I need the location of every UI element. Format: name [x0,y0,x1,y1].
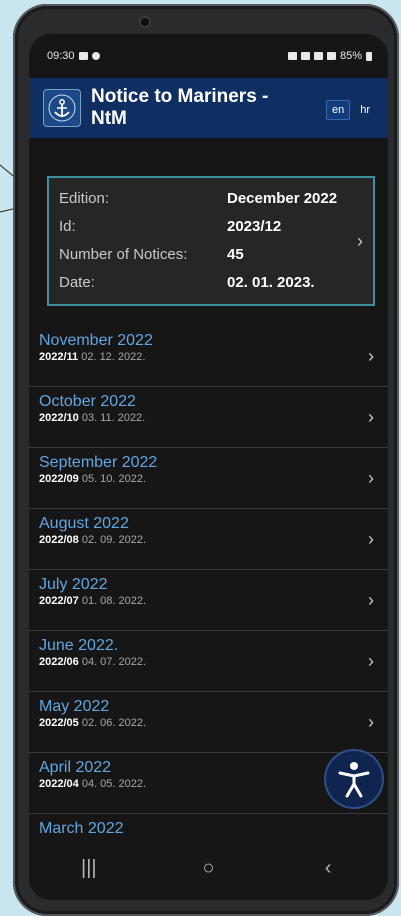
latest-edition-card[interactable]: Edition: December 2022 Id: 2023/12 Numbe… [47,176,375,306]
edition-date: 04. 05. 2022. [81,778,147,790]
language-switcher: en hr [325,100,376,120]
edition-id: 2022/04 [39,778,79,790]
chevron-right-icon: › [368,590,374,610]
edition-date: 02. 09. 2022. [81,534,147,546]
edition-month: September 2022 [39,454,158,471]
edition-date: 02. 06. 2022. [81,717,147,729]
bluetooth-icon [313,52,323,60]
mute-icon [300,52,310,60]
list-item[interactable]: November 2022 2022/11 02. 12. 2022. › [29,326,388,387]
edition-month: November 2022 [39,332,153,349]
chevron-right-icon: › [368,651,374,671]
home-icon[interactable]: ○ [188,857,228,880]
edition-month: July 2022 [39,576,108,593]
battery-icon [366,51,372,61]
app-header: Notice to Mariners - NtM en hr [29,78,388,138]
edition-meta: 2022/07 01. 08. 2022. [39,594,388,609]
id-label: Id: [59,218,76,235]
edition-date: 03. 11. 2022. [81,412,146,424]
edition-id: 2022/08 [39,534,79,546]
accessibility-button[interactable] [326,751,382,807]
chevron-right-icon: › [368,346,374,366]
back-icon[interactable]: ‹ [308,857,348,880]
list-item[interactable]: June 2022. 2022/06 04. 07. 2022. › [29,631,388,692]
recent-apps-icon[interactable]: ||| [69,857,109,880]
edition-id: 2022/09 [39,473,79,485]
chevron-right-icon: › [368,468,374,488]
list-item[interactable]: May 2022 2022/05 02. 06. 2022. › [29,692,388,753]
chevron-right-icon: › [368,712,374,732]
anchor-logo-icon [43,89,81,127]
edition-value: December 2022 [227,190,338,207]
battery-percent: 85% [339,50,362,62]
edition-id: 2022/06 [39,656,79,668]
edition-month: August 2022 [39,515,129,532]
edition-meta: 2022/08 02. 09. 2022. [39,533,388,548]
date-value: 02. 01. 2023. [227,274,315,291]
edition-meta: 2022/11 02. 12. 2022. [39,350,388,365]
list-item[interactable]: July 2022 2022/07 01. 08. 2022. › [29,570,388,631]
phone-frame: 09:30 85% Notice to Mariners - NtM en hr… [13,4,399,916]
language-en-button[interactable]: en [325,100,351,120]
edition-month: October 2022 [39,393,136,410]
signal-icon [326,52,336,60]
edition-meta: 2022/05 02. 06. 2022. [39,716,388,731]
phone-screen: 09:30 85% Notice to Mariners - NtM en hr… [29,34,388,900]
list-item[interactable]: August 2022 2022/08 02. 09. 2022. › [29,509,388,570]
chevron-right-icon: › [368,529,374,549]
id-value: 2023/12 [227,218,282,235]
edition-id: 2022/05 [39,717,79,729]
list-item[interactable]: September 2022 2022/09 05. 10. 2022. › [29,448,388,509]
front-camera [141,18,149,26]
edition-id: 2022/11 [39,351,79,363]
edition-month: May 2022 [39,698,110,715]
edition-date: 02. 12. 2022. [81,351,146,363]
app-title: Notice to Mariners - NtM [91,86,269,129]
system-nav-bar: ||| ○ ‹ [29,836,388,900]
chevron-right-icon: › [357,231,363,251]
edition-month: June 2022. [39,637,119,654]
date-label: Date: [59,274,95,291]
edition-id: 2022/10 [39,412,79,424]
edition-date: 04. 07. 2022. [81,656,147,668]
edition-label: Edition: [59,190,110,207]
edition-date: 01. 08. 2022. [81,595,147,607]
edition-meta: 2022/09 05. 10. 2022. [39,472,388,487]
notices-value: 45 [227,246,244,263]
chat-icon [91,52,100,60]
status-time: 09:30 [47,50,75,62]
notices-label: Number of Notices: [59,246,188,263]
list-item[interactable]: October 2022 2022/10 03. 11. 2022. › [29,387,388,448]
edition-id: 2022/07 [39,595,79,607]
gallery-icon [78,52,88,60]
chevron-right-icon: › [368,407,374,427]
edition-date: 05. 10. 2022. [81,473,147,485]
edition-meta: 2022/10 03. 11. 2022. [39,411,388,426]
language-hr-button[interactable]: hr [354,100,376,120]
alarm-icon [287,52,297,60]
edition-meta: 2022/06 04. 07. 2022. [39,655,388,670]
status-bar: 09:30 85% [29,34,388,78]
accessibility-icon [338,762,370,798]
